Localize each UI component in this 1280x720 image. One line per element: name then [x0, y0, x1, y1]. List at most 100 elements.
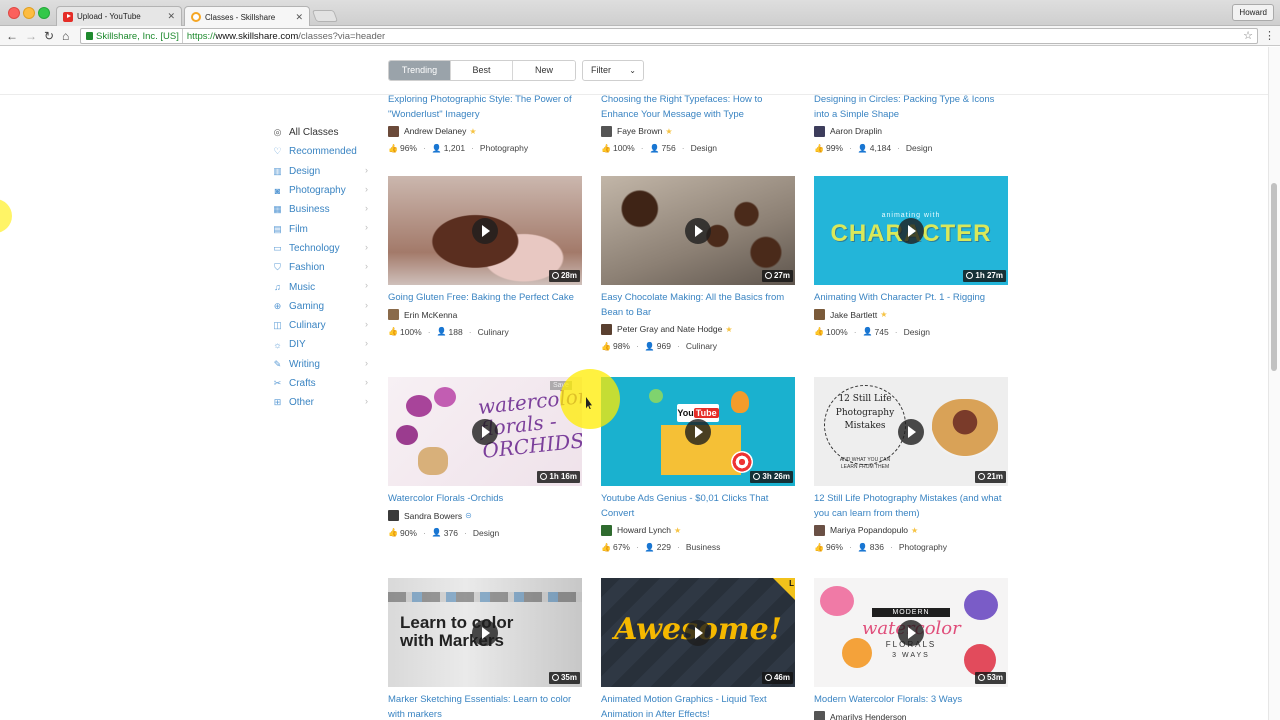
- class-thumbnail[interactable]: You Tube 3h 26m: [601, 377, 795, 486]
- class-card[interactable]: Learn to color with Markers 35m Marker S…: [388, 578, 582, 720]
- class-card[interactable]: Exploring Photographic Style: The Power …: [388, 93, 582, 153]
- page-scrollbar[interactable]: [1268, 47, 1280, 720]
- scrollbar-thumb[interactable]: [1271, 183, 1277, 371]
- filter-dropdown[interactable]: Filter ⌄: [582, 60, 644, 81]
- class-title[interactable]: Going Gluten Free: Baking the Perfect Ca…: [388, 291, 582, 306]
- class-teacher[interactable]: Faye Brown ★: [601, 125, 795, 137]
- sidebar-item-diy[interactable]: ☼ DIY ›: [272, 335, 372, 354]
- play-icon[interactable]: [472, 419, 498, 445]
- class-title[interactable]: Modern Watercolor Florals: 3 Ways: [814, 693, 1008, 708]
- class-title[interactable]: Choosing the Right Typefaces: How to Enh…: [601, 93, 795, 122]
- class-thumbnail[interactable]: Awesome! L 46m: [601, 578, 795, 687]
- class-card[interactable]: MODERN watercolor FLORALS 3 WAYS 53m Mod…: [814, 578, 1008, 720]
- sidebar-item-recommended[interactable]: ♡ Recommended: [272, 142, 372, 161]
- class-teacher[interactable]: Amarilys Henderson: [814, 711, 1008, 720]
- class-thumbnail[interactable]: 12 Still Life Photography Mistakes AND W…: [814, 377, 1008, 486]
- sidebar-item-all-classes[interactable]: ◎ All Classes: [272, 123, 372, 142]
- minimize-window-button[interactable]: [23, 7, 35, 19]
- class-thumbnail[interactable]: MODERN watercolor FLORALS 3 WAYS 53m: [814, 578, 1008, 687]
- forward-arrow-icon[interactable]: →: [25, 28, 37, 44]
- cursor-highlight: [560, 369, 620, 429]
- play-icon[interactable]: [685, 218, 711, 244]
- class-teacher[interactable]: Erin McKenna: [388, 309, 582, 321]
- sidebar-item-gaming[interactable]: ⊕ Gaming ›: [272, 297, 372, 316]
- class-card[interactable]: Choosing the Right Typefaces: How to Enh…: [601, 93, 795, 153]
- play-icon[interactable]: [898, 419, 924, 445]
- class-title[interactable]: 12 Still Life Photography Mistakes (and …: [814, 492, 1008, 521]
- profile-button[interactable]: Howard: [1232, 4, 1274, 21]
- class-card[interactable]: animating with CHARACTER 1h 27m Animatin…: [814, 176, 1008, 337]
- new-tab-button[interactable]: [311, 10, 339, 22]
- maximize-window-button[interactable]: [38, 7, 50, 19]
- class-teacher[interactable]: Aaron Draplin: [814, 125, 1008, 137]
- play-icon[interactable]: [685, 620, 711, 646]
- play-icon[interactable]: [685, 419, 711, 445]
- student-icon: 👤: [644, 542, 655, 552]
- address-bar[interactable]: Skillshare, Inc. [US] https://www.skills…: [80, 28, 1258, 44]
- sort-best-button[interactable]: Best: [451, 61, 513, 80]
- url-text: https://www.skillshare.com/classes?via=h…: [186, 30, 386, 42]
- sidebar-item-writing[interactable]: ✎ Writing ›: [272, 355, 372, 374]
- clock-icon: [764, 674, 772, 681]
- tab-close-icon[interactable]: ✕: [167, 11, 175, 22]
- class-title[interactable]: Marker Sketching Essentials: Learn to co…: [388, 693, 582, 720]
- class-title[interactable]: Animating With Character Pt. 1 - Rigging: [814, 291, 1008, 306]
- class-card[interactable]: You Tube 3h 26m Youtube Ads Genius - $0,0…: [601, 377, 795, 552]
- class-card[interactable]: 28m Going Gluten Free: Baking the Perfec…: [388, 176, 582, 337]
- class-card[interactable]: Designing in Circles: Packing Type & Ico…: [814, 93, 1008, 153]
- sidebar-item-film[interactable]: ▤ Film ›: [272, 219, 372, 238]
- sidebar-item-culinary[interactable]: ◫ Culinary ›: [272, 316, 372, 335]
- sidebar-item-other[interactable]: ⊞ Other ›: [272, 393, 372, 412]
- browser-menu-icon[interactable]: ⋮: [1264, 29, 1275, 42]
- class-title[interactable]: Watercolor Florals -Orchids: [388, 492, 582, 507]
- class-teacher[interactable]: Howard Lynch ★: [601, 524, 795, 536]
- pen-icon: ✎: [273, 358, 282, 369]
- class-teacher[interactable]: Jake Bartlett ★: [814, 309, 1008, 321]
- play-icon[interactable]: [472, 620, 498, 646]
- home-icon[interactable]: ⌂: [62, 28, 69, 44]
- sidebar-item-technology[interactable]: ▭ Technology ›: [272, 239, 372, 258]
- sidebar-item-business[interactable]: ▦ Business ›: [272, 200, 372, 219]
- class-thumbnail[interactable]: 27m: [601, 176, 795, 285]
- tab-youtube-upload[interactable]: Upload - YouTube ✕: [56, 6, 182, 26]
- class-thumbnail[interactable]: Learn to color with Markers 35m: [388, 578, 582, 687]
- sidebar-item-design[interactable]: ▥ Design ›: [272, 162, 372, 181]
- class-thumbnail[interactable]: 28m: [388, 176, 582, 285]
- bookmark-star-icon[interactable]: ☆: [1243, 29, 1253, 42]
- ev-certificate-badge[interactable]: Skillshare, Inc. [US]: [83, 29, 183, 43]
- class-teacher[interactable]: Mariya Popandopulo ★: [814, 524, 1008, 536]
- class-title[interactable]: Easy Chocolate Making: All the Basics fr…: [601, 291, 795, 320]
- class-title[interactable]: Exploring Photographic Style: The Power …: [388, 93, 582, 122]
- tab-close-icon[interactable]: ✕: [295, 12, 303, 23]
- reload-icon[interactable]: ↻: [44, 28, 54, 44]
- sidebar-item-photography[interactable]: ◙ Photography ›: [272, 181, 372, 200]
- tab-skillshare-classes[interactable]: Classes - Skillshare ✕: [184, 6, 310, 27]
- close-window-button[interactable]: [8, 7, 20, 19]
- class-card[interactable]: 12 Still Life Photography Mistakes AND W…: [814, 377, 1008, 552]
- duration-badge: 3h 26m: [750, 471, 793, 483]
- class-teacher[interactable]: Andrew Delaney ★: [388, 125, 582, 137]
- class-stats: 👍 100% · 👤 188 · Culinary: [388, 327, 582, 337]
- class-card[interactable]: watercolor florals -ORCHIDS Save 1h 16m …: [388, 377, 582, 538]
- sidebar-item-crafts[interactable]: ✂ Crafts ›: [272, 374, 372, 393]
- class-thumbnail[interactable]: animating with CHARACTER 1h 27m: [814, 176, 1008, 285]
- sort-new-button[interactable]: New: [513, 61, 575, 80]
- play-icon[interactable]: [472, 218, 498, 244]
- sidebar-item-fashion[interactable]: ⛉ Fashion ›: [272, 258, 372, 277]
- play-icon[interactable]: [898, 620, 924, 646]
- class-title[interactable]: Designing in Circles: Packing Type & Ico…: [814, 93, 1008, 122]
- class-teacher[interactable]: Sandra Bowers ⊝: [388, 510, 582, 522]
- class-thumbnail[interactable]: watercolor florals -ORCHIDS Save 1h 16m: [388, 377, 582, 486]
- back-arrow-icon[interactable]: ←: [6, 28, 18, 44]
- class-teacher[interactable]: Peter Gray and Nate Hodge ★: [601, 323, 795, 335]
- sidebar-item-music[interactable]: ♫ Music ›: [272, 277, 372, 296]
- student-count: 836: [869, 542, 884, 552]
- separator: ·: [853, 326, 857, 337]
- sort-trending-button[interactable]: Trending: [389, 61, 451, 80]
- class-card[interactable]: 27m Easy Chocolate Making: All the Basic…: [601, 176, 795, 351]
- class-title[interactable]: Animated Motion Graphics - Liquid Text A…: [601, 693, 795, 720]
- teacher-name: Andrew Delaney: [404, 126, 467, 136]
- class-title[interactable]: Youtube Ads Genius - $0,01 Clicks That C…: [601, 492, 795, 521]
- class-card[interactable]: Awesome! L 46m Animated Motion Graphics …: [601, 578, 795, 720]
- play-icon[interactable]: [898, 218, 924, 244]
